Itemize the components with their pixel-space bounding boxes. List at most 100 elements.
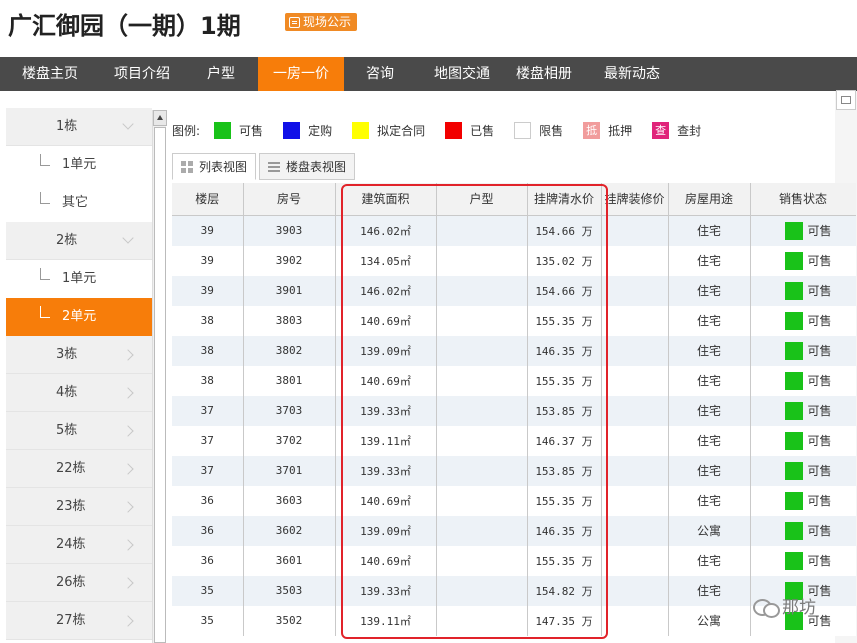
sidebar-building-item[interactable]: 27栋	[6, 602, 152, 640]
table-row[interactable]: 38 3803 140.69㎡ 155.35 万 住宅 可售	[172, 305, 856, 336]
table-row[interactable]: 37 3702 139.11㎡ 146.37 万 住宅 可售	[172, 425, 856, 456]
cell-price: 146.37 万	[527, 425, 602, 456]
column-header[interactable]: 挂牌清水价	[527, 183, 602, 216]
column-header[interactable]: 户型	[436, 183, 528, 216]
cell-deco-price	[601, 365, 669, 396]
cell-usage: 住宅	[668, 215, 751, 246]
sidebar-item-label: 23栋	[56, 499, 86, 514]
page-title: 广汇御园（一期）1期	[8, 12, 241, 40]
nav-item-4[interactable]: 咨询	[344, 57, 416, 91]
sidebar-building-item[interactable]: 24栋	[6, 526, 152, 564]
table-row[interactable]: 36 3603 140.69㎡ 155.35 万 住宅 可售	[172, 485, 856, 516]
nav-item-7[interactable]: 最新动态	[580, 57, 684, 91]
sidebar-building-item[interactable]: 3栋	[6, 336, 152, 374]
table-row[interactable]: 39 3901 146.02㎡ 154.66 万 住宅 可售	[172, 275, 856, 306]
sidebar-unit-item[interactable]: 2单元	[6, 298, 152, 336]
sidebar-unit-item[interactable]: 1单元	[6, 260, 152, 298]
column-header[interactable]: 建筑面积	[335, 183, 437, 216]
cell-usage: 公寓	[668, 515, 751, 546]
cell-layout	[436, 455, 528, 486]
nav-item-2[interactable]: 户型	[184, 57, 258, 91]
column-header[interactable]: 房号	[243, 183, 336, 216]
sidebar-building-item[interactable]: 22栋	[6, 450, 152, 488]
legend-swatch	[283, 121, 301, 139]
tv-icon[interactable]	[836, 90, 856, 110]
sidebar-unit-item[interactable]: 1单元	[6, 146, 152, 184]
table-row[interactable]: 37 3703 139.33㎡ 153.85 万 住宅 可售	[172, 395, 856, 426]
chevron-right-icon[interactable]	[122, 349, 134, 361]
nav-item-1[interactable]: 项目介绍	[100, 57, 184, 91]
status-swatch	[784, 491, 803, 510]
tab-list-view[interactable]: 列表视图	[172, 153, 257, 180]
chevron-down-icon[interactable]	[122, 118, 134, 130]
cell-layout	[436, 605, 528, 636]
cell-deco-price	[601, 425, 669, 456]
price-table: 楼层 房号 建筑面积 户型 挂牌清水价 挂牌装修价 房屋用途 销售状态 39 3903 146.0…	[172, 183, 856, 636]
chevron-right-icon[interactable]	[122, 577, 134, 589]
sidebar-scrollbar[interactable]	[152, 110, 167, 643]
cell-layout	[436, 485, 528, 516]
cell-deco-price	[601, 485, 669, 516]
cell-deco-price	[601, 575, 669, 606]
table-row[interactable]: 36 3601 140.69㎡ 155.35 万 住宅 可售	[172, 545, 856, 576]
cell-floor: 37	[172, 455, 244, 486]
sidebar-building-item[interactable]: 2栋	[6, 222, 152, 260]
cell-area: 140.69㎡	[335, 365, 437, 396]
cell-deco-price	[601, 395, 669, 426]
cell-deco-price	[601, 545, 669, 576]
cell-room: 3703	[243, 395, 336, 426]
cell-price: 154.82 万	[527, 575, 602, 606]
nav-item-5[interactable]: 地图交通	[416, 57, 508, 91]
sidebar-building-item[interactable]: 4栋	[6, 374, 152, 412]
cell-deco-price	[601, 215, 669, 246]
cell-floor: 36	[172, 485, 244, 516]
legend-item: 可售	[214, 121, 263, 139]
cell-status: 可售	[750, 305, 856, 336]
column-header[interactable]: 销售状态	[750, 183, 856, 216]
column-header[interactable]: 楼层	[172, 183, 244, 216]
table-row[interactable]: 37 3701 139.33㎡ 153.85 万 住宅 可售	[172, 455, 856, 486]
sidebar-building-item[interactable]: 23栋	[6, 488, 152, 526]
cell-price: 147.35 万	[527, 605, 602, 636]
nav-item-6[interactable]: 楼盘相册	[508, 57, 580, 91]
announcement-icon	[289, 16, 300, 28]
cell-room: 3801	[243, 365, 336, 396]
nav-item-0[interactable]: 楼盘主页	[0, 57, 100, 91]
chevron-right-icon[interactable]	[122, 387, 134, 399]
status-swatch	[784, 521, 803, 540]
chevron-right-icon[interactable]	[122, 501, 134, 513]
cell-status: 可售	[750, 545, 856, 576]
table-row[interactable]: 39 3902 134.05㎡ 135.02 万 住宅 可售	[172, 245, 856, 276]
sidebar-unit-item[interactable]: 其它	[6, 184, 152, 222]
cell-price: 155.35 万	[527, 485, 602, 516]
column-header[interactable]: 房屋用途	[668, 183, 751, 216]
legend-label: 查封	[677, 123, 702, 138]
table-row[interactable]: 39 3903 146.02㎡ 154.66 万 住宅 可售	[172, 215, 856, 246]
table-row[interactable]: 38 3801 140.69㎡ 155.35 万 住宅 可售	[172, 365, 856, 396]
scroll-thumb[interactable]	[154, 127, 166, 643]
chevron-down-icon[interactable]	[122, 232, 134, 244]
column-header[interactable]: 挂牌装修价	[601, 183, 669, 216]
table-row[interactable]: 38 3802 139.09㎡ 146.35 万 住宅 可售	[172, 335, 856, 366]
chevron-right-icon[interactable]	[122, 463, 134, 475]
cell-status: 可售	[750, 485, 856, 516]
sidebar-building-item[interactable]: 1栋	[6, 108, 152, 146]
cell-layout	[436, 575, 528, 606]
tab-building-table-view[interactable]: 楼盘表视图	[259, 153, 356, 180]
cell-floor: 38	[172, 365, 244, 396]
sidebar-building-item[interactable]: 26栋	[6, 564, 152, 602]
cell-room: 3601	[243, 545, 336, 576]
nav-item-3[interactable]: 一房一价	[258, 57, 344, 91]
sidebar-item-label: 1单元	[62, 157, 97, 172]
status-label: 可售	[807, 314, 832, 328]
chevron-right-icon[interactable]	[122, 615, 134, 627]
sidebar-item-label: 27栋	[56, 613, 86, 628]
cell-price: 155.35 万	[527, 545, 602, 576]
chevron-right-icon[interactable]	[122, 425, 134, 437]
scroll-up-arrow-icon[interactable]	[153, 110, 167, 126]
site-announcement-badge[interactable]: 现场公示	[285, 13, 358, 31]
chevron-right-icon[interactable]	[122, 539, 134, 551]
table-row[interactable]: 36 3602 139.09㎡ 146.35 万 公寓 可售	[172, 515, 856, 546]
sidebar-building-item[interactable]: 5栋	[6, 412, 152, 450]
status-label: 可售	[807, 494, 832, 508]
